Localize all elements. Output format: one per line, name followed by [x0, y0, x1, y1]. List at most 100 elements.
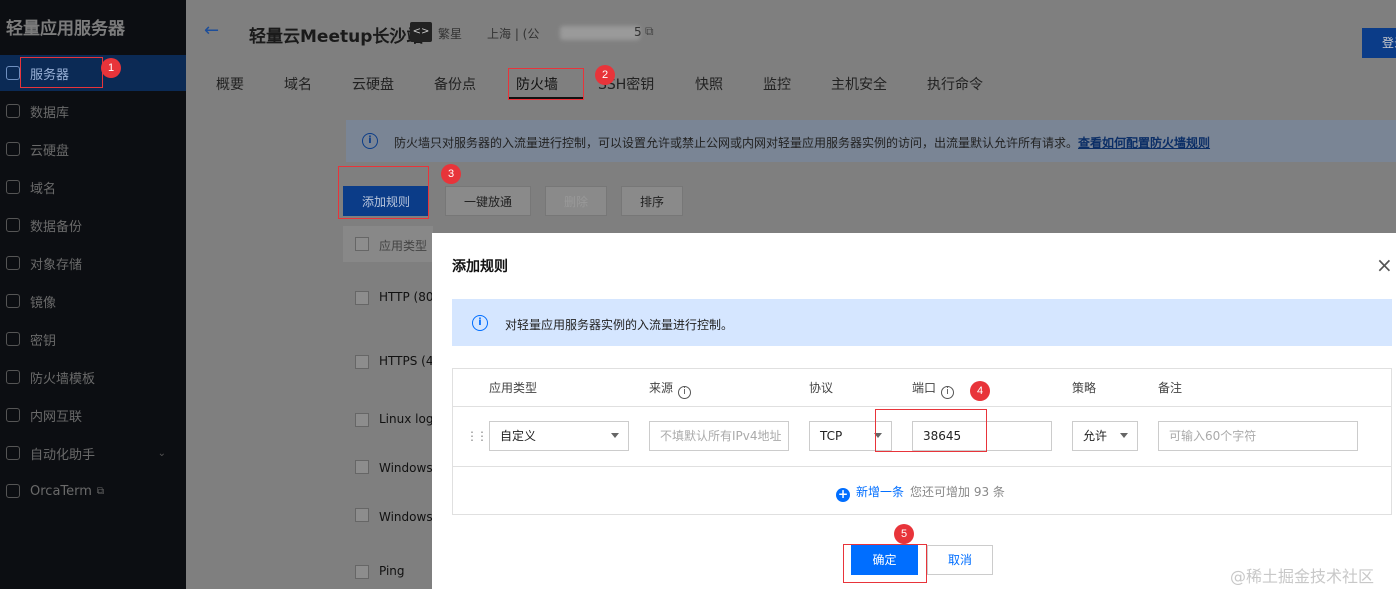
drag-handle-icon[interactable]: ⋮⋮ — [466, 429, 488, 443]
cancel-button[interactable]: 取消 — [927, 545, 993, 575]
cube-icon — [6, 66, 20, 80]
row-checkbox[interactable] — [355, 508, 369, 522]
shield-icon — [6, 370, 20, 384]
sidebar-item-intranet[interactable]: 内网互联 — [0, 397, 186, 433]
redacted-ip — [560, 26, 640, 40]
tab-run-command[interactable]: 执行命令 — [927, 74, 983, 94]
tab-domain[interactable]: 域名 — [284, 74, 312, 94]
firewall-help-link[interactable]: 查看如何配置防火墙规则 — [1078, 136, 1210, 150]
add-more-row: + 新增一条 您还可增加 93 条 — [836, 483, 1005, 502]
annotation-badge-5: 5 — [894, 524, 914, 544]
domain-icon — [6, 180, 20, 194]
annotation-box-5 — [843, 544, 927, 583]
sidebar-item-label: 数据库 — [30, 105, 70, 121]
table-row: Ping — [379, 564, 405, 578]
tab-snapshot[interactable]: 快照 — [695, 74, 723, 94]
app-type-select[interactable]: 自定义 — [489, 421, 629, 451]
remark-input[interactable]: 可输入60个字符 — [1158, 421, 1358, 451]
sidebar-item-label: 云硬盘 — [30, 143, 70, 159]
table-row: HTTP (80 — [379, 290, 434, 304]
sidebar-item-backup[interactable]: 数据备份 — [0, 207, 186, 243]
row-checkbox[interactable] — [355, 460, 369, 474]
table-row: Linux logi — [379, 412, 437, 426]
sidebar-item-database[interactable]: 数据库 — [0, 93, 186, 129]
sidebar-item-automation[interactable]: 自动化助手 ⌄ — [0, 435, 186, 471]
chevron-down-icon — [1120, 433, 1128, 438]
tab-backup[interactable]: 备份点 — [434, 74, 476, 94]
divider — [453, 406, 1391, 407]
sidebar-item-label: 自动化助手 — [30, 447, 96, 463]
source-input[interactable]: 不填默认所有IPv4地址 — [649, 421, 789, 451]
chevron-down-icon: ⌄ — [157, 447, 166, 459]
row-checkbox[interactable] — [355, 291, 369, 305]
annotation-box-4 — [875, 409, 987, 452]
info-icon: i — [472, 315, 488, 331]
help-icon[interactable]: i — [941, 386, 955, 399]
backup-icon — [6, 218, 20, 232]
sidebar-item-domain[interactable]: 域名 — [0, 169, 186, 205]
sidebar-item-label: 对象存储 — [30, 257, 83, 273]
instance-region: 上海 | (公 — [487, 27, 540, 41]
dialog-title: 添加规则 — [452, 259, 508, 275]
dialog-info-text: 对轻量应用服务器实例的入流量进行控制。 — [505, 318, 734, 332]
instance-flavor: 繁星 — [438, 27, 463, 41]
info-icon: i — [362, 133, 378, 149]
open-all-button[interactable]: 一键放通 — [445, 186, 531, 216]
product-title: 轻量应用服务器 — [6, 19, 125, 39]
close-icon[interactable]: × — [1376, 253, 1393, 277]
column-policy: 策略 — [1072, 381, 1097, 395]
delete-button[interactable]: 删除 — [545, 186, 607, 216]
row-checkbox[interactable] — [355, 413, 369, 427]
sidebar-item-label: 镜像 — [30, 295, 57, 311]
sidebar-item-object-storage[interactable]: 对象存储 — [0, 245, 186, 281]
login-button[interactable]: 登录 — [1362, 28, 1396, 58]
tab-overview[interactable]: 概要 — [216, 74, 244, 94]
sidebar-item-label: 域名 — [30, 181, 57, 197]
tab-monitor[interactable]: 监控 — [763, 74, 791, 94]
table-row: HTTPS (4 — [379, 354, 434, 368]
divider — [453, 466, 1391, 467]
back-arrow-icon[interactable]: ← — [204, 20, 219, 41]
image-logo-icon: <> — [410, 22, 432, 42]
sort-button[interactable]: 排序 — [621, 186, 683, 216]
sidebar-item-label: 内网互联 — [30, 409, 83, 425]
sidebar-item-key[interactable]: 密钥 — [0, 321, 186, 357]
key-icon — [6, 332, 20, 346]
add-row-link[interactable]: 新增一条 — [856, 485, 904, 499]
annotation-badge-4: 4 — [970, 381, 990, 401]
select-all-checkbox[interactable] — [355, 237, 369, 251]
sidebar-item-image[interactable]: 镜像 — [0, 283, 186, 319]
sidebar-item-label: 密钥 — [30, 333, 57, 349]
column-remark: 备注 — [1158, 381, 1183, 395]
sidebar-item-label: OrcaTerm — [30, 483, 92, 499]
row-checkbox[interactable] — [355, 355, 369, 369]
column-port: 端口 i — [912, 379, 955, 399]
plus-icon[interactable]: + — [836, 488, 850, 502]
column-app-type: 应用类型 — [379, 239, 428, 253]
column-protocol: 协议 — [809, 381, 834, 395]
column-source: 来源 i — [649, 379, 692, 399]
database-icon — [6, 104, 20, 118]
sidebar: 轻量应用服务器 服务器 数据库 云硬盘 域名 数据备份 对象存储 镜像 密钥 防… — [0, 0, 186, 589]
terminal-icon — [6, 484, 20, 498]
tab-cloud-disk[interactable]: 云硬盘 — [352, 74, 394, 94]
firewall-info-text: 防火墙只对服务器的入流量进行控制，可以设置允许或禁止公网或内网对轻量应用服务器实… — [394, 136, 1211, 150]
sidebar-item-orcaterm[interactable]: OrcaTerm ⧉ — [0, 473, 186, 509]
help-icon[interactable]: i — [678, 386, 692, 399]
policy-select[interactable]: 允许 — [1072, 421, 1138, 451]
annotation-badge-3: 3 — [441, 164, 461, 184]
add-row-hint: 您还可增加 93 条 — [910, 485, 1005, 499]
row-checkbox[interactable] — [355, 565, 369, 579]
annotation-badge-2: 2 — [595, 65, 615, 85]
instance-name: 轻量云Meetup长沙站 — [249, 27, 424, 47]
chevron-down-icon — [611, 433, 619, 438]
annotation-box-2 — [508, 68, 584, 100]
sidebar-item-cloud-disk[interactable]: 云硬盘 — [0, 131, 186, 167]
ip-tail: 5 — [634, 25, 642, 39]
image-icon — [6, 294, 20, 308]
sidebar-item-firewall-template[interactable]: 防火墙模板 — [0, 359, 186, 395]
copy-icon[interactable]: ⧉ — [645, 24, 654, 39]
sidebar-item-label: 数据备份 — [30, 219, 83, 235]
tab-host-security[interactable]: 主机安全 — [831, 74, 887, 94]
external-link-icon: ⧉ — [96, 485, 105, 497]
